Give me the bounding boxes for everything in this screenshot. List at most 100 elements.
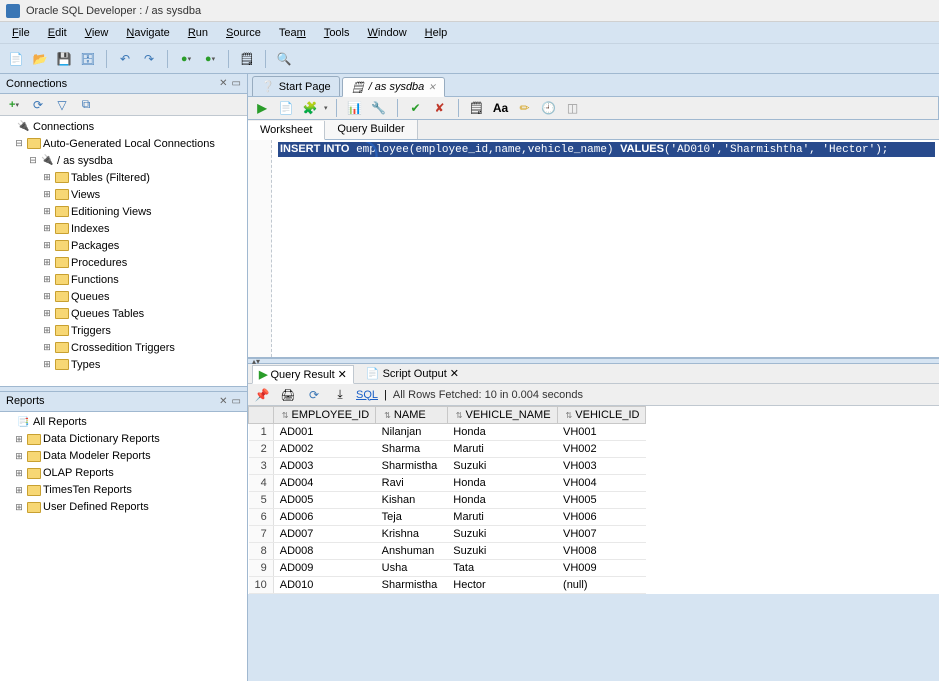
- menu-navigate[interactable]: Navigate: [118, 25, 177, 41]
- close-icon[interactable]: ✕: [428, 82, 436, 93]
- forward-icon[interactable]: ●▾: [200, 49, 220, 69]
- cell[interactable]: VH004: [557, 475, 646, 492]
- column-header[interactable]: ⇅ NAME: [376, 407, 448, 424]
- panel-minimize-icon[interactable]: ▭: [232, 78, 241, 89]
- undo-icon[interactable]: ↶: [115, 49, 135, 69]
- tab-connection[interactable]: 🗒/ as sysdba✕: [342, 77, 445, 97]
- wrap-icon[interactable]: ⧉: [76, 95, 96, 115]
- print-icon[interactable]: 🖨: [278, 385, 298, 405]
- sql-editor[interactable]: INSERT INTO employee(employee_id,name,ve…: [248, 140, 939, 358]
- table-row[interactable]: 1AD001NilanjanHondaVH001: [249, 424, 646, 441]
- cell[interactable]: AD006: [273, 509, 375, 526]
- sql-statement[interactable]: INSERT INTO employee(employee_id,name,ve…: [278, 142, 935, 157]
- cell[interactable]: Sharmistha: [376, 458, 448, 475]
- cell[interactable]: VH007: [557, 526, 646, 543]
- snippet-icon[interactable]: ◫: [563, 98, 583, 118]
- close-icon[interactable]: ✕: [450, 367, 459, 380]
- tree-node[interactable]: ⊞Packages: [0, 237, 247, 254]
- cell[interactable]: VH001: [557, 424, 646, 441]
- cell[interactable]: VH009: [557, 560, 646, 577]
- dropdown-icon[interactable]: ▾: [324, 104, 328, 112]
- cell[interactable]: Teja: [376, 509, 448, 526]
- cell[interactable]: Sharmistha: [376, 577, 448, 594]
- back-icon[interactable]: ●▾: [176, 49, 196, 69]
- cell[interactable]: Suzuki: [447, 526, 557, 543]
- redo-icon[interactable]: ↷: [139, 49, 159, 69]
- table-row[interactable]: 4AD004RaviHondaVH004: [249, 475, 646, 492]
- table-row[interactable]: 3AD003SharmisthaSuzukiVH003: [249, 458, 646, 475]
- sql-tuning-icon[interactable]: 🔧: [369, 98, 389, 118]
- result-grid[interactable]: ⇅ EMPLOYEE_ID⇅ NAME⇅ VEHICLE_NAME⇅ VEHIC…: [248, 406, 939, 594]
- table-row[interactable]: 6AD006TejaMarutiVH006: [249, 509, 646, 526]
- menu-source[interactable]: Source: [218, 25, 269, 41]
- table-row[interactable]: 9AD009UshaTataVH009: [249, 560, 646, 577]
- menu-team[interactable]: Team: [271, 25, 314, 41]
- tree-node[interactable]: ⊞Queues: [0, 288, 247, 305]
- cell[interactable]: AD010: [273, 577, 375, 594]
- refresh-result-icon[interactable]: ⟳: [304, 385, 324, 405]
- export-icon[interactable]: ⤓: [330, 385, 350, 405]
- sql-worksheet-icon[interactable]: 🗒: [237, 49, 257, 69]
- cell[interactable]: AD009: [273, 560, 375, 577]
- cell[interactable]: Krishna: [376, 526, 448, 543]
- refresh-icon[interactable]: ⟳: [28, 95, 48, 115]
- cell[interactable]: Maruti: [447, 441, 557, 458]
- table-row[interactable]: 5AD005KishanHondaVH005: [249, 492, 646, 509]
- tree-auto-generated[interactable]: ⊟Auto-Generated Local Connections: [0, 135, 247, 152]
- tree-connection[interactable]: ⊟🔌/ as sysdba: [0, 152, 247, 169]
- tree-report-folder[interactable]: ⊞User Defined Reports: [0, 499, 247, 516]
- run-script-icon[interactable]: 📄: [276, 98, 296, 118]
- cell[interactable]: Honda: [447, 492, 557, 509]
- cell[interactable]: VH006: [557, 509, 646, 526]
- panel-close-icon[interactable]: ✕: [219, 78, 227, 89]
- tree-node[interactable]: ⊞Editioning Views: [0, 203, 247, 220]
- tree-node[interactable]: ⊞Indexes: [0, 220, 247, 237]
- cell[interactable]: Usha: [376, 560, 448, 577]
- filter-icon[interactable]: ▽: [52, 95, 72, 115]
- tree-node[interactable]: ⊞Queues Tables: [0, 305, 247, 322]
- cell[interactable]: VH003: [557, 458, 646, 475]
- rollback-icon[interactable]: ✘: [430, 98, 450, 118]
- cell[interactable]: Suzuki: [447, 458, 557, 475]
- save-all-icon[interactable]: 🗄: [78, 49, 98, 69]
- tree-node[interactable]: ⊞Functions: [0, 271, 247, 288]
- close-icon[interactable]: ✕: [338, 368, 347, 381]
- menu-window[interactable]: Window: [360, 25, 415, 41]
- panel-close-icon[interactable]: ✕: [219, 396, 227, 407]
- tree-report-folder[interactable]: ⊞TimesTen Reports: [0, 482, 247, 499]
- cell[interactable]: Maruti: [447, 509, 557, 526]
- unshared-worksheet-icon[interactable]: 🗒: [467, 98, 487, 118]
- menu-help[interactable]: Help: [417, 25, 456, 41]
- tree-node[interactable]: ⊞Tables (Filtered): [0, 169, 247, 186]
- history-icon[interactable]: 🕘: [539, 98, 559, 118]
- explain-plan-icon[interactable]: 🧩: [300, 98, 320, 118]
- cell[interactable]: AD002: [273, 441, 375, 458]
- cell[interactable]: Suzuki: [447, 543, 557, 560]
- column-header[interactable]: ⇅ VEHICLE_ID: [557, 407, 646, 424]
- subtab-query-builder[interactable]: Query Builder: [325, 120, 417, 139]
- tab-query-result[interactable]: ▶Query Result✕: [252, 365, 354, 384]
- cell[interactable]: Honda: [447, 424, 557, 441]
- tree-node[interactable]: ⊞Triggers: [0, 322, 247, 339]
- table-row[interactable]: 8AD008AnshumanSuzukiVH008: [249, 543, 646, 560]
- tree-node[interactable]: ⊞Types: [0, 356, 247, 373]
- cell[interactable]: Anshuman: [376, 543, 448, 560]
- cell[interactable]: AD004: [273, 475, 375, 492]
- menu-tools[interactable]: Tools: [316, 25, 358, 41]
- tree-node[interactable]: ⊞Crossedition Triggers: [0, 339, 247, 356]
- clear-icon[interactable]: ✏: [515, 98, 535, 118]
- panel-minimize-icon[interactable]: ▭: [232, 396, 241, 407]
- connections-tree[interactable]: 🔌Connections ⊟Auto-Generated Local Conne…: [0, 116, 247, 386]
- menu-edit[interactable]: Edit: [40, 25, 75, 41]
- table-row[interactable]: 10AD010SharmisthaHector(null): [249, 577, 646, 594]
- cell[interactable]: AD001: [273, 424, 375, 441]
- commit-icon[interactable]: ✔: [406, 98, 426, 118]
- cell[interactable]: Sharma: [376, 441, 448, 458]
- tree-root-connections[interactable]: 🔌Connections: [0, 118, 247, 135]
- subtab-worksheet[interactable]: Worksheet: [248, 121, 325, 140]
- find-db-object-icon[interactable]: 🔍: [274, 49, 294, 69]
- cell[interactable]: Ravi: [376, 475, 448, 492]
- open-icon[interactable]: 📂: [30, 49, 50, 69]
- tab-script-output[interactable]: 📄Script Output✕: [360, 365, 465, 382]
- column-header[interactable]: ⇅ EMPLOYEE_ID: [273, 407, 375, 424]
